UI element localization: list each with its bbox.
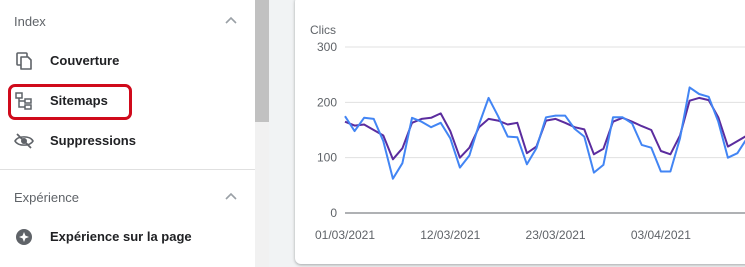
- impressions-series-line: [344, 86, 745, 180]
- sidebar-item-label: Suppressions: [50, 133, 136, 148]
- sidebar: Index Couverture Sitemaps Suppressions E…: [0, 0, 255, 267]
- highlight-box: [8, 84, 132, 120]
- performance-chart: Clics 0 100 200 300 01/03/2021 12/03/2021 23/…: [310, 23, 745, 242]
- x-tick-label: 01/03/2021: [315, 228, 375, 242]
- eye-off-icon: [14, 133, 34, 149]
- scrollbar-thumb[interactable]: [255, 0, 269, 122]
- sidebar-item-label: Couverture: [50, 53, 120, 68]
- index-section-title: Index: [14, 14, 46, 29]
- y-tick-label: 0: [330, 206, 337, 220]
- chevron-up-icon[interactable]: [224, 13, 238, 27]
- sidebar-item-label: Expérience sur la page: [50, 229, 192, 244]
- sidebar-item-experience-page[interactable]: Expérience sur la page: [0, 217, 255, 257]
- x-tick-label: 03/04/2021: [631, 228, 691, 242]
- experience-section-title: Expérience: [14, 190, 80, 205]
- section-divider: [0, 169, 255, 170]
- y-tick-label: 100: [317, 151, 337, 165]
- file-copy-icon: [16, 52, 32, 70]
- sidebar-item-couverture[interactable]: Couverture: [0, 41, 255, 81]
- index-section-header[interactable]: Index: [0, 1, 255, 41]
- sidebar-item-suppressions[interactable]: Suppressions: [0, 121, 255, 161]
- sidebar-scrollbar[interactable]: [255, 0, 269, 267]
- plus-circle-icon: [16, 229, 32, 245]
- y-tick-label: 300: [317, 40, 337, 54]
- chevron-up-icon[interactable]: [224, 189, 238, 203]
- x-tick-label: 23/03/2021: [526, 228, 586, 242]
- experience-section-header[interactable]: Expérience: [0, 177, 255, 217]
- y-tick-label: 200: [317, 95, 337, 109]
- y-axis-label: Clics: [310, 23, 336, 37]
- x-tick-label: 12/03/2021: [420, 228, 480, 242]
